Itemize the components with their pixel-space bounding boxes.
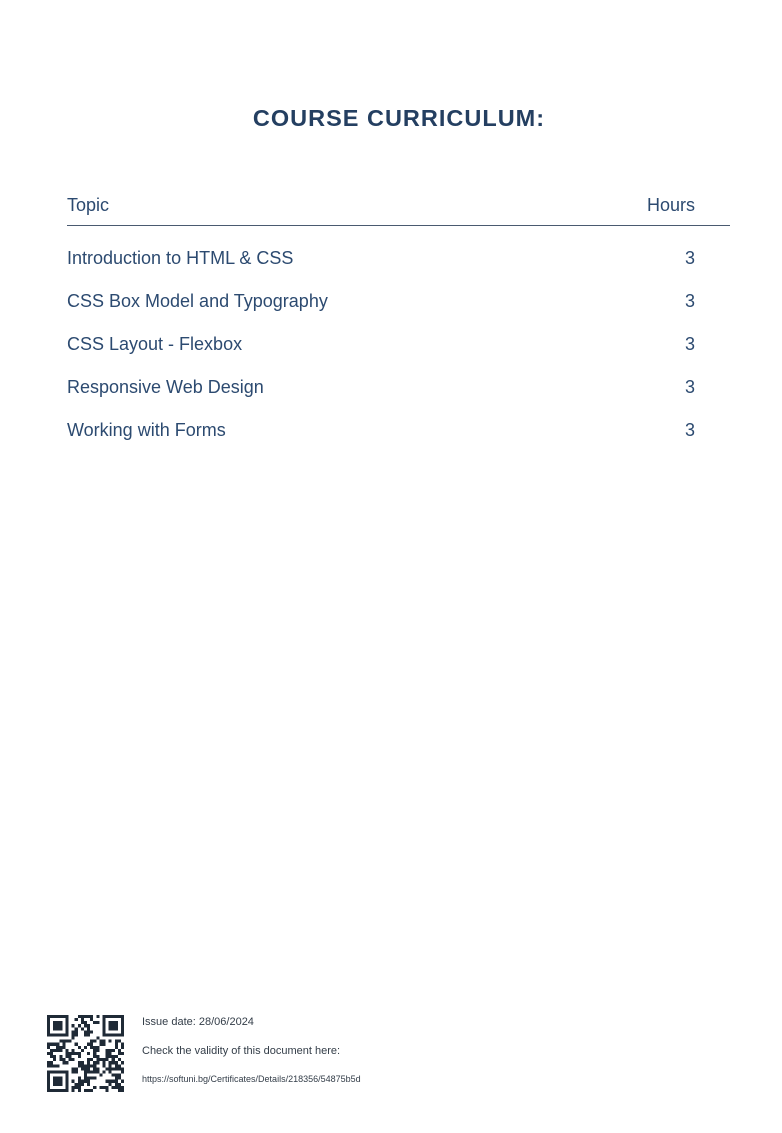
hours-cell: 3 [684,420,695,440]
topic-cell: Working with Forms [67,420,226,440]
hours-cell: 3 [684,248,695,268]
curriculum-table: Topic Hours Introduction to HTML & CSS 3… [67,193,730,463]
validity-text: Check the validity of this document here… [142,1045,341,1057]
hours-cell: 3 [684,334,695,354]
table-row: Responsive Web Design 3 [67,377,730,420]
header-hours: Hours [646,195,695,215]
topic-cell: Responsive Web Design [67,377,264,397]
hours-cell: 3 [684,377,695,397]
topic-cell: Introduction to HTML & CSS [67,248,294,268]
table-row: CSS Layout - Flexbox 3 [67,334,730,377]
header-topic: Topic [67,195,110,215]
table-header: Topic Hours [67,193,730,226]
page-title: COURSE CURRICULUM: [252,105,546,131]
table-row: Working with Forms 3 [67,420,730,463]
topic-cell: CSS Layout - Flexbox [67,334,243,354]
verification-link[interactable]: https://softuni.bg/Certificates/Details/… [142,1074,361,1084]
verification-footer: Issue date: 28/06/2024 Check the validit… [47,1015,467,1093]
issue-date: Issue date: 28/06/2024 [142,1016,254,1028]
table-body: Introduction to HTML & CSS 3 CSS Box Mod… [67,248,730,463]
topic-cell: CSS Box Model and Typography [67,291,328,311]
qr-code-icon [47,1015,124,1092]
table-row: Introduction to HTML & CSS 3 [67,248,730,291]
hours-cell: 3 [684,291,695,311]
table-row: CSS Box Model and Typography 3 [67,291,730,334]
